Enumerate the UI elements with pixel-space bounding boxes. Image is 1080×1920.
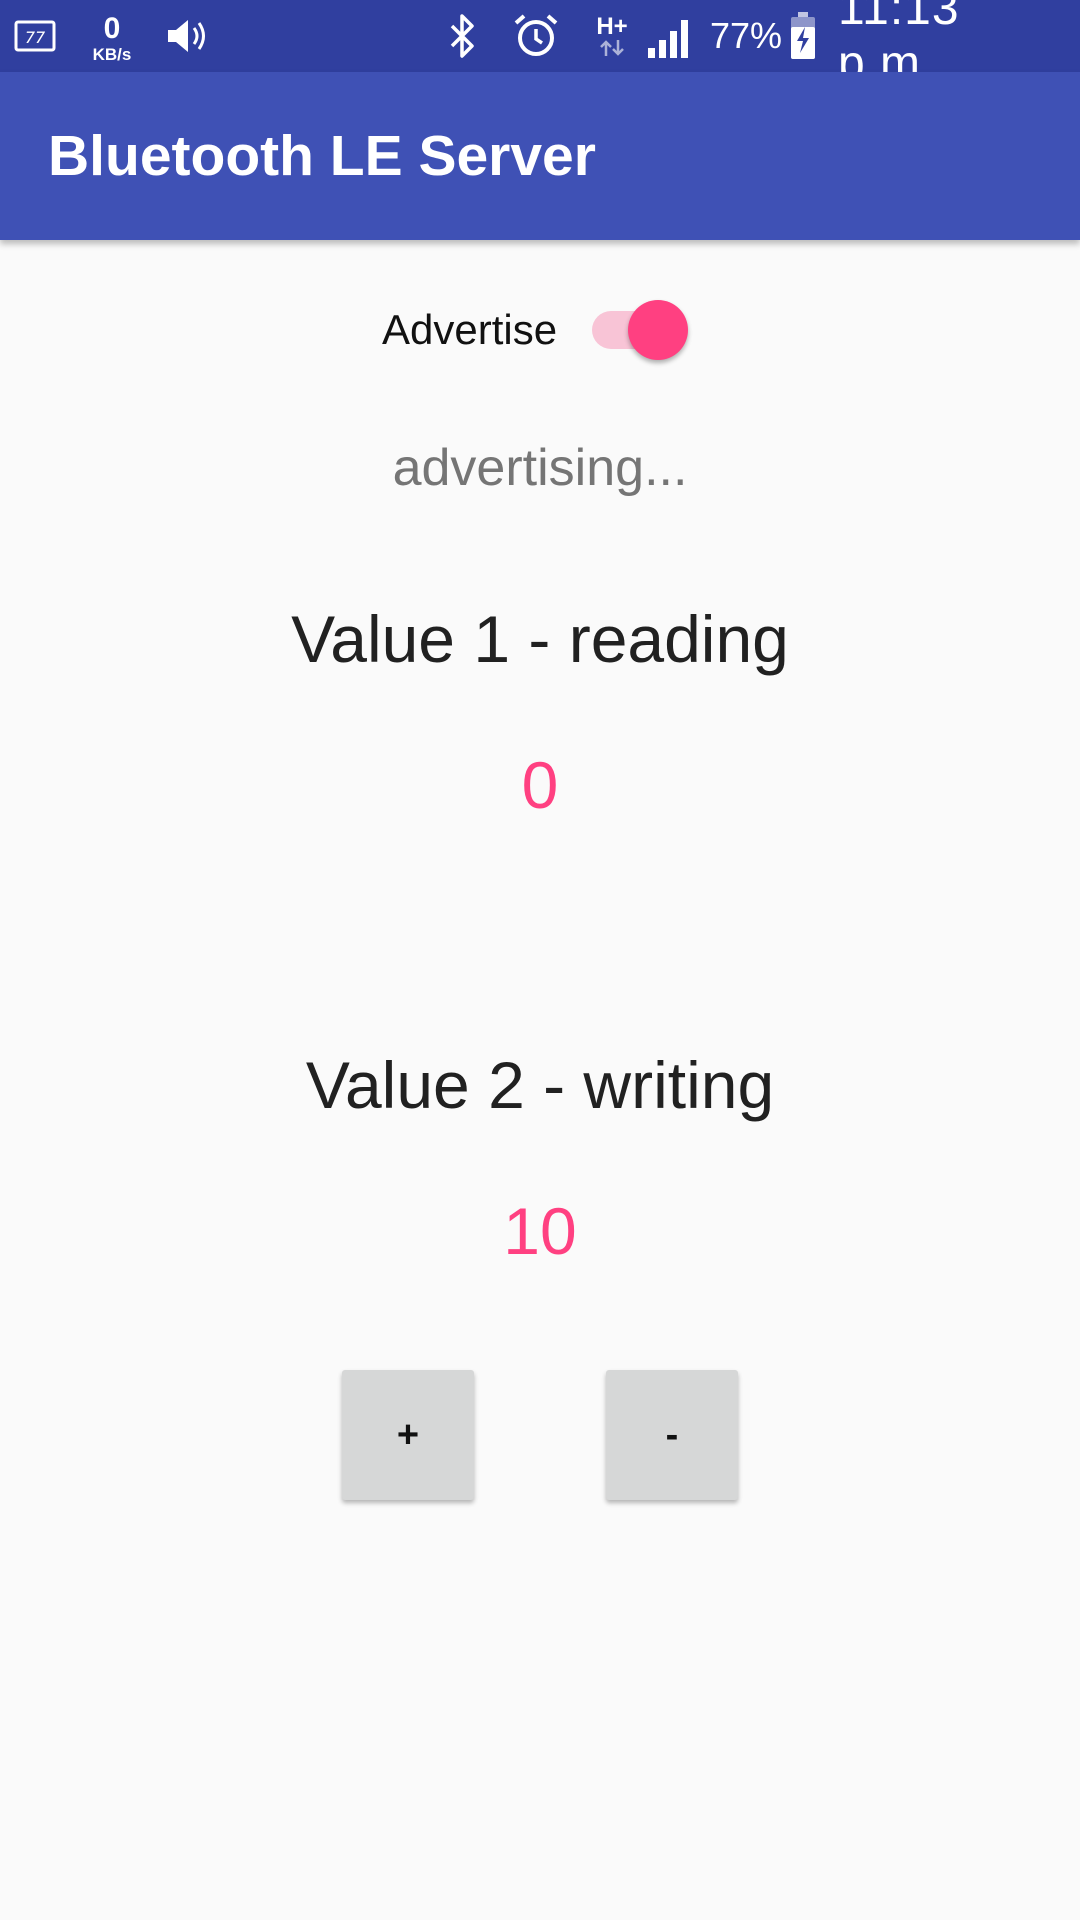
battery-charging-icon bbox=[788, 0, 818, 72]
value2-heading: Value 2 - writing bbox=[305, 1048, 775, 1122]
advertise-switch[interactable] bbox=[590, 300, 690, 360]
mobile-data-indicator: H+ bbox=[590, 0, 634, 72]
app-bar: Bluetooth LE Server bbox=[0, 72, 1080, 240]
data-type-label: H+ bbox=[596, 13, 628, 40]
advertising-status-text: advertising... bbox=[392, 439, 688, 497]
alarm-icon bbox=[510, 0, 562, 72]
network-speed: 0 KB/s bbox=[84, 0, 140, 72]
status-bar: 77 0 KB/s H+ 77% 11:13 p.m. bbox=[0, 0, 1080, 90]
value1-value: 0 bbox=[521, 748, 559, 822]
volume-icon bbox=[162, 0, 210, 72]
advertise-row: Advertise bbox=[0, 290, 1080, 370]
app-title: Bluetooth LE Server bbox=[48, 124, 596, 188]
battery-percent: 77% bbox=[709, 15, 783, 56]
bluetooth-icon bbox=[440, 0, 484, 72]
clock: 11:13 p.m. bbox=[838, 0, 960, 90]
advertise-switch-thumb[interactable] bbox=[628, 300, 688, 360]
network-speed-unit: KB/s bbox=[92, 44, 132, 64]
screenshot-icon: 77 bbox=[14, 0, 58, 72]
signal-icon bbox=[644, 0, 698, 72]
value1-heading: Value 1 - reading bbox=[291, 602, 789, 676]
decrement-button[interactable]: - bbox=[606, 1370, 738, 1500]
increment-button[interactable]: + bbox=[342, 1370, 474, 1500]
value2-value: 10 bbox=[503, 1194, 577, 1268]
advertise-label: Advertise bbox=[382, 306, 558, 353]
data-arrows-icon bbox=[600, 40, 624, 56]
network-speed-value: 0 bbox=[103, 11, 121, 45]
svg-text:77: 77 bbox=[25, 28, 46, 47]
